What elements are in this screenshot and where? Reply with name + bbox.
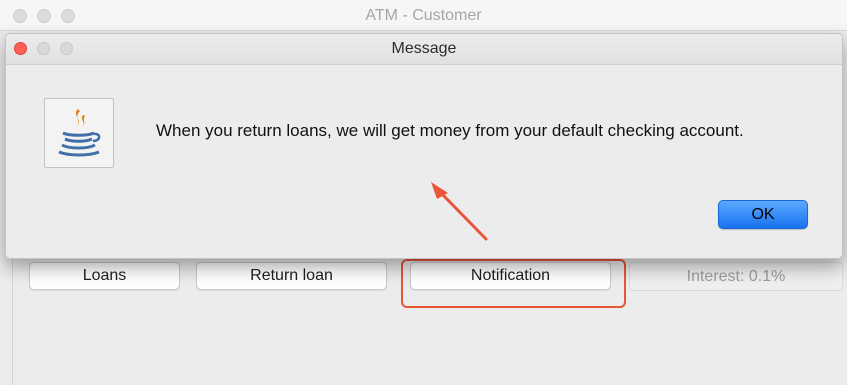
interest-label: Interest: 0.1% (629, 262, 843, 291)
java-coffee-icon (44, 98, 114, 168)
dialog-title: Message (391, 40, 457, 57)
ok-button[interactable]: OK (718, 200, 808, 229)
dialog-titlebar: Message (6, 34, 842, 65)
return-loan-button[interactable]: Return loan (196, 262, 387, 290)
window-title: ATM - Customer (365, 7, 482, 24)
loans-button[interactable]: Loans (29, 262, 180, 290)
highlight-box (401, 259, 626, 308)
message-dialog: Message When you return loans, we will g… (5, 33, 843, 259)
dialog-message: When you return loans, we will get money… (156, 121, 744, 140)
window-titlebar: ATM - Customer (0, 0, 847, 31)
